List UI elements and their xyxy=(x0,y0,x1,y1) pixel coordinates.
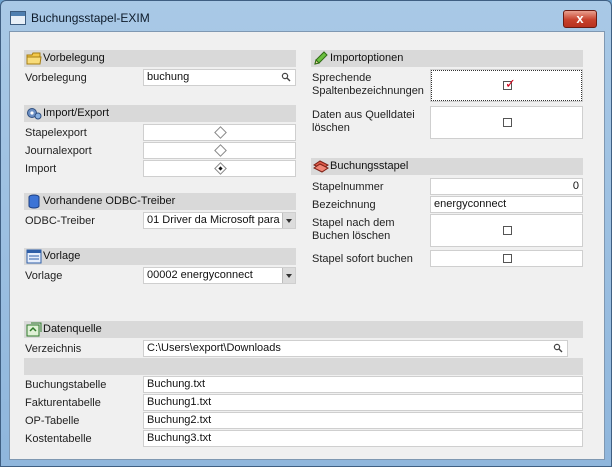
vorbelegung-label: Vorbelegung xyxy=(25,72,87,84)
database-icon xyxy=(28,194,40,209)
fakturentabelle-label: Fakturentabelle xyxy=(25,397,101,409)
stapelexport-radio[interactable] xyxy=(214,126,227,139)
section-importoptionen: Importoptionen xyxy=(311,50,583,67)
daten-loeschen-checkbox[interactable] xyxy=(503,118,512,127)
daten-loeschen-label: Daten aus Quelldatei löschen xyxy=(312,109,415,134)
section-title: Vorbelegung xyxy=(43,52,105,64)
odbc-label: ODBC-Treiber xyxy=(25,215,95,227)
window-icon xyxy=(10,11,26,25)
vorlage-label: Vorlage xyxy=(25,270,63,282)
section-vorlage: Vorlage xyxy=(24,248,296,265)
datasource-icon xyxy=(26,322,42,337)
stapel-loeschen-label: Stapel nach dem Buchen löschen xyxy=(312,217,395,242)
stack-icon xyxy=(313,160,329,173)
buchungstabelle-field[interactable]: Buchung.txt xyxy=(143,376,583,393)
section-buchungsstapel: Buchungsstapel xyxy=(311,158,583,175)
sofort-buchen-label: Stapel sofort buchen xyxy=(312,253,413,265)
stapelnummer-field[interactable]: 0 xyxy=(430,178,583,195)
vorbelegung-field[interactable]: buchung xyxy=(143,69,296,86)
magnifier-icon[interactable] xyxy=(553,343,563,353)
fakturentabelle-field[interactable]: Buchung1.txt xyxy=(143,394,583,411)
daten-loeschen-checkbox-cell[interactable] xyxy=(430,106,583,139)
list-icon xyxy=(26,249,42,264)
verzeichnis-field[interactable]: C:\Users\export\Downloads xyxy=(143,340,568,357)
dialog-body: Vorbelegung Vorbelegung buchung Import/E… xyxy=(9,31,605,460)
gear-icon xyxy=(27,108,42,120)
section-vorbelegung: Vorbelegung xyxy=(24,50,296,67)
chevron-down-icon[interactable] xyxy=(282,213,295,228)
buchungstabelle-label: Buchungstabelle xyxy=(25,379,107,391)
stapelexport-radio-cell[interactable] xyxy=(143,124,296,141)
vorbelegung-value: buchung xyxy=(147,71,190,83)
stapelnummer-label: Stapelnummer xyxy=(312,181,384,193)
op-tabelle-label: OP-Tabelle xyxy=(25,415,80,427)
sprechende-checkbox-cell[interactable]: ✓ xyxy=(430,69,583,102)
kostentabelle-label: Kostentabelle xyxy=(25,433,92,445)
sofort-buchen-checkbox-cell[interactable] xyxy=(430,250,583,267)
close-button[interactable]: x xyxy=(563,10,597,28)
section-odbc: Vorhandene ODBC-Treiber xyxy=(24,193,296,210)
import-radio[interactable] xyxy=(214,162,227,175)
spacer-row xyxy=(24,358,583,375)
section-title: Importoptionen xyxy=(330,52,404,64)
journalexport-label: Journalexport xyxy=(25,145,92,157)
bezeichnung-label: Bezeichnung xyxy=(312,199,376,211)
journalexport-radio-cell[interactable] xyxy=(143,142,296,159)
section-title: Vorlage xyxy=(43,250,81,262)
section-import-export: Import/Export xyxy=(24,105,296,122)
sprechende-checkbox[interactable]: ✓ xyxy=(503,77,516,90)
section-title: Import/Export xyxy=(43,107,110,119)
sofort-buchen-checkbox[interactable] xyxy=(503,254,512,263)
chevron-down-icon[interactable] xyxy=(282,268,295,283)
kostentabelle-field[interactable]: Buchung3.txt xyxy=(143,430,583,447)
magnifier-icon[interactable] xyxy=(281,72,291,82)
section-title: Buchungsstapel xyxy=(330,160,409,172)
journalexport-radio[interactable] xyxy=(214,144,227,157)
verzeichnis-value: C:\Users\export\Downloads xyxy=(147,342,281,354)
stapel-loeschen-checkbox[interactable] xyxy=(503,226,512,235)
sprechende-label: Sprechende Spaltenbezeichnungen xyxy=(312,72,424,97)
section-title: Vorhandene ODBC-Treiber xyxy=(43,195,176,207)
window-title: Buchungsstapel-EXIM xyxy=(31,11,150,25)
stapel-loeschen-checkbox-cell[interactable] xyxy=(430,214,583,247)
vorlage-value: 00002 energyconnect xyxy=(147,269,253,281)
import-label: Import xyxy=(25,163,57,175)
import-radio-cell[interactable] xyxy=(143,160,296,177)
section-title: Datenquelle xyxy=(43,323,102,335)
stapelexport-label: Stapelexport xyxy=(25,127,87,139)
vorlage-dropdown[interactable]: 00002 energyconnect xyxy=(143,267,296,284)
folder-icon xyxy=(26,52,42,65)
dialog-window: Buchungsstapel-EXIM x Vorbelegung Vorbel… xyxy=(0,0,612,467)
bezeichnung-field[interactable]: energyconnect xyxy=(430,196,583,213)
op-tabelle-field[interactable]: Buchung2.txt xyxy=(143,412,583,429)
odbc-dropdown[interactable]: 01 Driver da Microsoft para a xyxy=(143,212,296,229)
pencil-icon xyxy=(314,51,328,65)
odbc-value: 01 Driver da Microsoft para a xyxy=(147,214,289,226)
verzeichnis-label: Verzeichnis xyxy=(25,343,82,355)
checkmark-icon: ✓ xyxy=(505,76,516,91)
section-datenquelle: Datenquelle xyxy=(24,321,583,338)
